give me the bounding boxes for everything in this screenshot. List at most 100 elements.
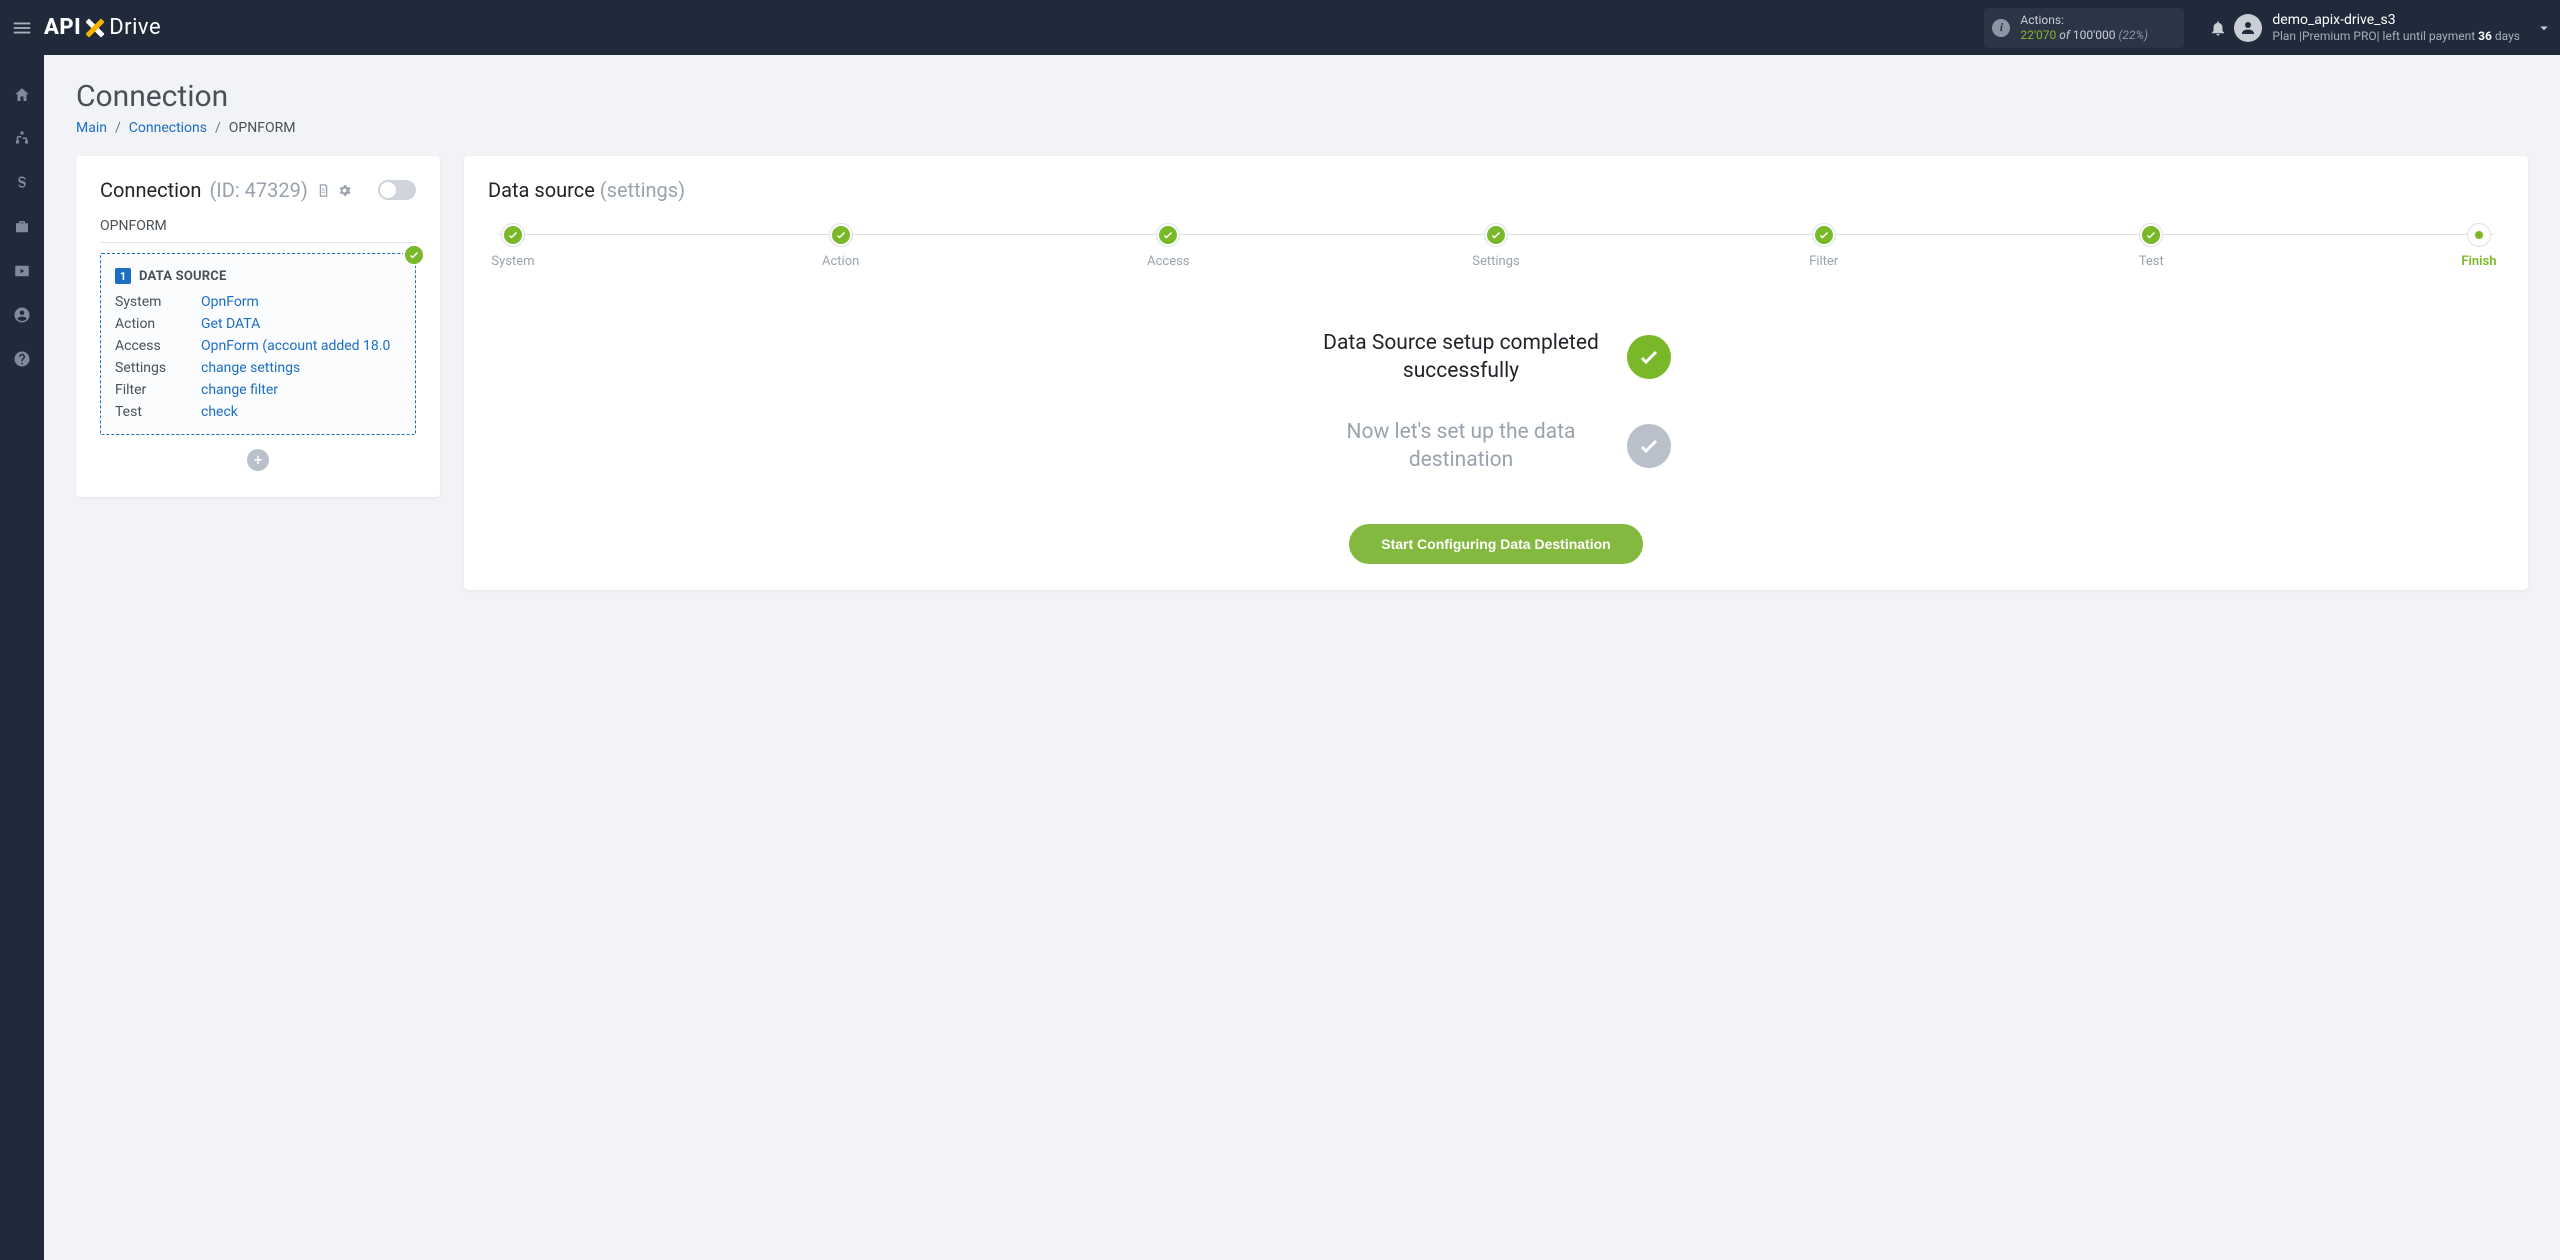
connection-id: (ID: 47329) bbox=[209, 178, 307, 202]
ds-row-k-filter: Filter bbox=[115, 382, 191, 398]
step-dot-filter[interactable] bbox=[1813, 224, 1835, 246]
finish-check-pending bbox=[1627, 424, 1671, 468]
ds-row-k-settings: Settings bbox=[115, 360, 191, 376]
check-icon bbox=[1637, 434, 1661, 458]
topbar: API Drive i Actions: 22'070 of 100'000 (… bbox=[0, 0, 2560, 55]
hamburger-menu-button[interactable] bbox=[0, 0, 44, 55]
ds-row-v-test[interactable]: check bbox=[201, 404, 401, 420]
right-card-subtitle: (settings) bbox=[600, 178, 685, 202]
check-icon bbox=[1162, 229, 1174, 241]
sidenav-home[interactable] bbox=[0, 75, 44, 115]
user-menu[interactable]: demo_apix-drive_s3 Plan |Premium PRO| le… bbox=[2234, 11, 2520, 45]
ds-row-v-action[interactable]: Get DATA bbox=[201, 316, 401, 332]
step-dot-system[interactable] bbox=[502, 224, 524, 246]
ds-row-v-settings[interactable]: change settings bbox=[201, 360, 401, 376]
gear-icon[interactable] bbox=[337, 183, 352, 198]
connection-name: OPNFORM bbox=[100, 218, 416, 243]
notifications-button[interactable] bbox=[2202, 0, 2234, 55]
user-circle-icon bbox=[13, 306, 31, 324]
sidenav-connections[interactable] bbox=[0, 119, 44, 159]
start-configuring-destination-button[interactable]: Start Configuring Data Destination bbox=[1349, 524, 1642, 564]
ds-row-k-test: Test bbox=[115, 404, 191, 420]
avatar bbox=[2234, 14, 2262, 42]
check-icon bbox=[408, 249, 420, 261]
sidenav bbox=[0, 55, 44, 1260]
check-icon bbox=[1637, 345, 1661, 369]
actions-of: of bbox=[2059, 28, 2070, 42]
dollar-icon bbox=[13, 174, 31, 192]
finish-msg-done: Data Source setup completed successfully bbox=[1321, 329, 1601, 386]
sidenav-marketplace[interactable] bbox=[0, 207, 44, 247]
step-label-filter[interactable]: Filter bbox=[1809, 254, 1838, 269]
finish-msg-pending: Now let's set up the data destination bbox=[1321, 418, 1601, 475]
step-dot-finish[interactable] bbox=[2468, 224, 2490, 246]
briefcase-icon bbox=[13, 218, 31, 236]
connection-card-title: Connection bbox=[100, 178, 201, 202]
info-icon: i bbox=[1992, 19, 2010, 37]
username: demo_apix-drive_s3 bbox=[2272, 11, 2520, 29]
logo-x-icon bbox=[84, 17, 106, 39]
video-icon bbox=[13, 262, 31, 280]
home-icon bbox=[13, 86, 31, 104]
ds-row-v-filter[interactable]: change filter bbox=[201, 382, 401, 398]
user-text: demo_apix-drive_s3 Plan |Premium PRO| le… bbox=[2272, 11, 2520, 45]
main: Connection Main / Connections / OPNFORM … bbox=[44, 0, 2560, 614]
logo-text-left: API bbox=[44, 15, 81, 40]
data-source-complete-badge bbox=[403, 244, 425, 266]
user-icon bbox=[2239, 19, 2257, 37]
data-source-settings-card: Data source (settings) System Action Acc… bbox=[464, 156, 2528, 590]
step-dot-action[interactable] bbox=[830, 224, 852, 246]
sitemap-icon bbox=[13, 130, 31, 148]
actions-used: 22'070 bbox=[2020, 28, 2056, 42]
breadcrumb: Main / Connections / OPNFORM bbox=[76, 120, 2528, 136]
check-icon bbox=[507, 229, 519, 241]
user-menu-toggle[interactable] bbox=[2528, 0, 2560, 55]
data-source-title: DATA SOURCE bbox=[139, 269, 227, 284]
ds-row-k-access: Access bbox=[115, 338, 191, 354]
step-label-finish[interactable]: Finish bbox=[2461, 254, 2496, 269]
actions-percent: (22%) bbox=[2118, 28, 2148, 42]
question-icon bbox=[13, 350, 31, 368]
breadcrumb-current: OPNFORM bbox=[229, 120, 296, 136]
actions-usage-box[interactable]: i Actions: 22'070 of 100'000 (22%) bbox=[1984, 8, 2184, 48]
step-label-system[interactable]: System bbox=[491, 254, 534, 269]
setup-stepper: System Action Access Settings Filter Tes… bbox=[488, 224, 2504, 269]
step-label-test[interactable]: Test bbox=[2139, 254, 2164, 269]
step-dot-test[interactable] bbox=[2140, 224, 2162, 246]
plan-line: Plan |Premium PRO| left until payment 36… bbox=[2272, 29, 2520, 45]
sidenav-tutorials[interactable] bbox=[0, 251, 44, 291]
ds-row-k-system: System bbox=[115, 294, 191, 310]
actions-usage-text: Actions: 22'070 of 100'000 (22%) bbox=[2020, 13, 2148, 42]
logo-text-right: Drive bbox=[109, 15, 161, 40]
actions-label: Actions: bbox=[2020, 13, 2148, 27]
actions-total: 100'000 bbox=[2073, 28, 2116, 42]
sidenav-billing[interactable] bbox=[0, 163, 44, 203]
check-icon bbox=[2145, 229, 2157, 241]
step-label-access[interactable]: Access bbox=[1147, 254, 1189, 269]
step-label-action[interactable]: Action bbox=[822, 254, 859, 269]
check-icon bbox=[1490, 229, 1502, 241]
add-destination-button[interactable]: + bbox=[247, 449, 269, 471]
connection-enable-toggle[interactable] bbox=[378, 180, 416, 200]
ds-row-v-system[interactable]: OpnForm bbox=[201, 294, 401, 310]
breadcrumb-main[interactable]: Main bbox=[76, 120, 107, 136]
sidenav-account[interactable] bbox=[0, 295, 44, 335]
check-icon bbox=[1818, 229, 1830, 241]
bell-icon bbox=[2209, 19, 2227, 37]
breadcrumb-connections[interactable]: Connections bbox=[129, 120, 207, 136]
data-source-box[interactable]: 1 DATA SOURCE System OpnForm Action Get DA… bbox=[100, 253, 416, 435]
step-dot-access[interactable] bbox=[1157, 224, 1179, 246]
ds-row-v-access[interactable]: OpnForm (account added 18.0 bbox=[201, 338, 401, 354]
ds-row-k-action: Action bbox=[115, 316, 191, 332]
logo[interactable]: API Drive bbox=[44, 15, 161, 40]
data-source-number: 1 bbox=[115, 268, 131, 284]
check-icon bbox=[835, 229, 847, 241]
chevron-down-icon bbox=[2535, 19, 2553, 37]
right-card-title: Data source bbox=[488, 178, 595, 202]
note-icon[interactable] bbox=[316, 183, 331, 198]
page-title: Connection bbox=[76, 79, 2528, 114]
sidenav-help[interactable] bbox=[0, 339, 44, 379]
step-label-settings[interactable]: Settings bbox=[1472, 254, 1519, 269]
finish-check-done bbox=[1627, 335, 1671, 379]
step-dot-settings[interactable] bbox=[1485, 224, 1507, 246]
